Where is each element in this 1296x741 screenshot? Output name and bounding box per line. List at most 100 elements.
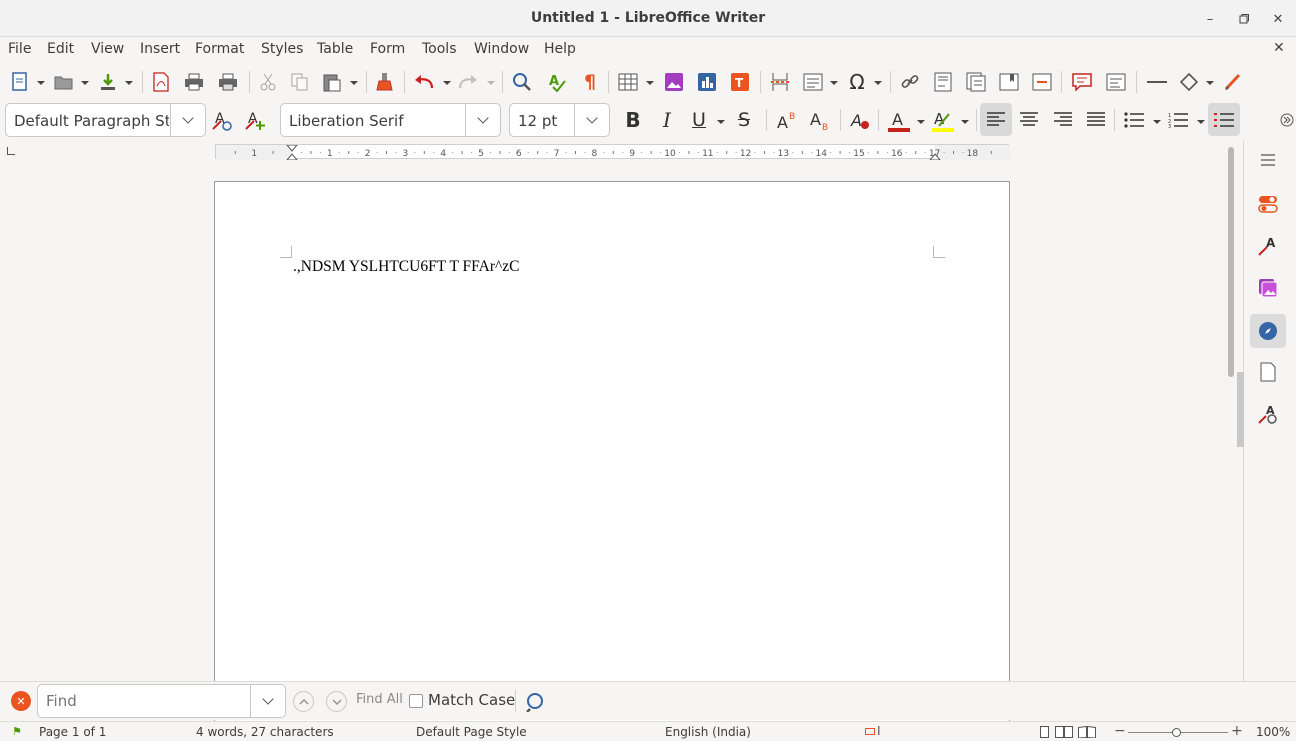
strikethrough-icon[interactable]: S — [732, 108, 756, 132]
italic-icon[interactable]: I — [655, 108, 679, 132]
style-inspector-icon[interactable]: A — [1252, 398, 1284, 430]
comment-icon[interactable] — [1070, 70, 1094, 94]
print-icon[interactable] — [182, 70, 206, 94]
styles-icon[interactable]: A — [1252, 230, 1284, 262]
match-case-label[interactable]: Match Case — [428, 691, 515, 709]
document-text[interactable]: .,NDSM YSLHTCU6FT T FFAr^zC — [293, 258, 519, 276]
more-options-icon[interactable] — [1276, 108, 1296, 132]
insert-mode-icon[interactable]: I — [877, 724, 881, 738]
update-style-icon[interactable]: A — [210, 108, 234, 132]
maximize-button[interactable] — [1234, 9, 1254, 29]
open-dropdown-icon[interactable] — [81, 81, 89, 85]
zoom-in-icon[interactable]: + — [1231, 723, 1243, 739]
superscript-icon[interactable]: AB — [775, 108, 799, 132]
find-history-dropdown-icon[interactable] — [250, 685, 285, 717]
align-center-icon[interactable] — [1017, 108, 1041, 132]
find-replace-icon[interactable] — [510, 70, 534, 94]
zoom-level[interactable]: 100% — [1256, 725, 1290, 739]
shapes-dropdown-icon[interactable] — [1206, 81, 1214, 85]
close-find-bar-icon[interactable]: ✕ — [11, 691, 31, 711]
table-dropdown-icon[interactable] — [646, 81, 654, 85]
font-name-combo[interactable]: Liberation Serif — [280, 103, 501, 137]
undo-dropdown-icon[interactable] — [443, 81, 451, 85]
clear-formatting-icon[interactable]: A — [848, 108, 872, 132]
open-folder-icon[interactable] — [52, 70, 76, 94]
find-previous-icon[interactable] — [293, 691, 314, 712]
clone-formatting-icon[interactable] — [373, 70, 397, 94]
copy-icon[interactable] — [288, 70, 312, 94]
menu-file[interactable]: File — [8, 41, 31, 57]
book-view-icon[interactable] — [1078, 725, 1096, 739]
track-changes-icon[interactable] — [1104, 70, 1128, 94]
language[interactable]: English (India) — [665, 725, 751, 739]
align-left-icon[interactable] — [980, 103, 1012, 136]
close-window-button[interactable]: ✕ — [1268, 9, 1288, 29]
align-right-icon[interactable] — [1051, 108, 1075, 132]
find-all-button[interactable]: Find All — [356, 692, 403, 707]
highlight-dropdown-icon[interactable] — [961, 120, 969, 124]
insert-chart-icon[interactable] — [695, 70, 719, 94]
font-color-icon[interactable]: A — [886, 108, 912, 134]
spelling-icon[interactable]: A — [545, 70, 569, 94]
unordered-list-icon[interactable] — [1122, 108, 1146, 132]
cut-icon[interactable] — [256, 70, 280, 94]
find-replace-dialog-icon[interactable] — [523, 690, 547, 714]
redo-icon[interactable] — [456, 70, 480, 94]
field-dropdown-icon[interactable] — [830, 81, 838, 85]
menu-help[interactable]: Help — [544, 41, 576, 57]
new-dropdown-icon[interactable] — [37, 81, 45, 85]
basic-shapes-icon[interactable] — [1177, 70, 1201, 94]
find-combo[interactable] — [37, 684, 286, 718]
sidebar-menu-icon[interactable] — [1252, 144, 1284, 176]
special-char-dropdown-icon[interactable] — [874, 81, 882, 85]
digital-signature-icon[interactable]: ⚑ — [12, 725, 22, 738]
unordered-list-dropdown-icon[interactable] — [1153, 120, 1161, 124]
save-icon[interactable] — [96, 70, 120, 94]
font-size-combo[interactable]: 12 pt — [509, 103, 610, 137]
underline-icon[interactable]: U — [687, 108, 711, 132]
selection-mode-icon[interactable] — [865, 728, 875, 735]
match-case-checkbox[interactable] — [409, 694, 423, 708]
zoom-out-icon[interactable]: − — [1114, 723, 1126, 739]
insert-textbox-icon[interactable]: T — [728, 70, 752, 94]
word-count[interactable]: 4 words, 27 characters — [196, 725, 334, 739]
draw-function-icon[interactable] — [1221, 70, 1245, 94]
underline-dropdown-icon[interactable] — [717, 120, 725, 124]
find-input[interactable] — [46, 691, 246, 711]
highlight-color-icon[interactable]: A — [930, 108, 956, 134]
undo-icon[interactable] — [412, 70, 436, 94]
tab-stop-type-icon[interactable] — [7, 147, 15, 155]
properties-icon[interactable] — [1252, 188, 1284, 220]
page-break-icon[interactable] — [768, 70, 792, 94]
print-preview-icon[interactable] — [216, 70, 240, 94]
sidebar-collapse-handle[interactable] — [1237, 372, 1244, 447]
minimize-button[interactable]: – — [1200, 9, 1220, 29]
menu-form[interactable]: Form — [370, 41, 405, 57]
insert-image-icon[interactable] — [662, 70, 686, 94]
menu-view[interactable]: View — [91, 41, 124, 57]
menu-styles[interactable]: Styles — [261, 41, 303, 57]
outline-format-icon[interactable] — [1208, 103, 1240, 136]
find-next-icon[interactable] — [326, 691, 347, 712]
vertical-scrollbar[interactable] — [1228, 147, 1234, 377]
save-dropdown-icon[interactable] — [125, 81, 133, 85]
insert-field-icon[interactable] — [801, 70, 825, 94]
hyperlink-icon[interactable] — [898, 70, 922, 94]
close-document-icon[interactable]: ✕ — [1273, 40, 1285, 56]
paste-dropdown-icon[interactable] — [350, 81, 358, 85]
font-size-dropdown-icon[interactable] — [574, 104, 609, 136]
horizontal-ruler[interactable]: 1123456789101112131415161718 — [215, 144, 1010, 161]
footnote-icon[interactable] — [931, 70, 955, 94]
page-count[interactable]: Page 1 of 1 — [39, 725, 106, 739]
ordered-list-dropdown-icon[interactable] — [1197, 120, 1205, 124]
ordered-list-icon[interactable]: 123 — [1166, 108, 1190, 132]
font-name-dropdown-icon[interactable] — [465, 104, 500, 136]
navigator-icon[interactable] — [1250, 314, 1286, 348]
menu-edit[interactable]: Edit — [47, 41, 74, 57]
redo-dropdown-icon[interactable] — [487, 81, 495, 85]
insert-line-icon[interactable] — [1145, 70, 1169, 94]
formatting-marks-icon[interactable]: ¶ — [578, 70, 602, 94]
menu-window[interactable]: Window — [474, 41, 529, 57]
bold-icon[interactable]: B — [621, 108, 645, 132]
new-document-icon[interactable] — [8, 70, 32, 94]
